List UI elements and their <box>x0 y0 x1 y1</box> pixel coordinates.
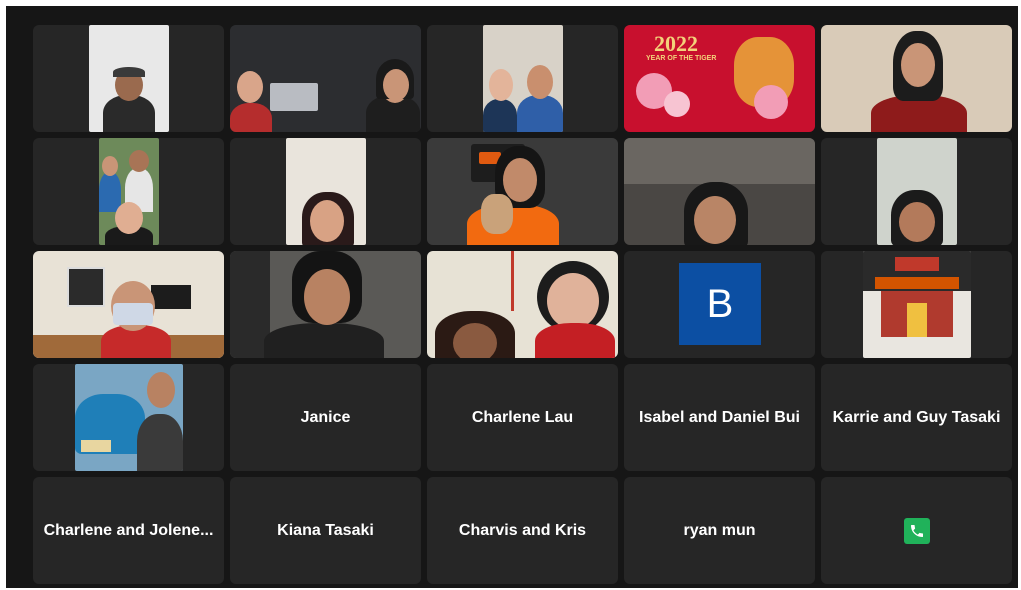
participant-video <box>427 138 618 245</box>
participant-video <box>286 138 366 245</box>
participant-tile-21[interactable]: Charlene and Jolene... <box>33 477 224 584</box>
participant-tile-18[interactable]: Charlene Lau <box>427 364 618 471</box>
participant-video <box>483 25 563 132</box>
participant-name: Kiana Tasaki <box>277 521 374 539</box>
participant-tile-24[interactable]: ryan mun <box>624 477 815 584</box>
participant-tile-3[interactable] <box>427 25 618 132</box>
participant-tile-10[interactable] <box>821 138 1012 245</box>
participant-tile-1[interactable] <box>33 25 224 132</box>
participant-tile-8[interactable] <box>427 138 618 245</box>
participant-tile-11[interactable] <box>33 251 224 358</box>
participant-video <box>230 25 421 132</box>
car-image <box>75 364 183 471</box>
participant-tile-6[interactable] <box>33 138 224 245</box>
temple-image <box>863 251 971 358</box>
participant-video <box>89 25 169 132</box>
participant-name: ryan mun <box>683 521 756 539</box>
image-caption: YEAR OF THE TIGER <box>646 55 717 62</box>
participant-tile-12[interactable] <box>230 251 421 358</box>
participant-tile-13[interactable] <box>427 251 618 358</box>
participant-name: Charlene and Jolene... <box>43 521 214 539</box>
participant-name: Isabel and Daniel Bui <box>639 408 800 426</box>
participant-name: Karrie and Guy Tasaki <box>832 408 1001 426</box>
participant-video <box>230 251 421 358</box>
participant-tile-14[interactable]: B <box>624 251 815 358</box>
participant-tile-2[interactable] <box>230 25 421 132</box>
participant-video <box>821 25 1012 132</box>
participant-tile-22[interactable]: Kiana Tasaki <box>230 477 421 584</box>
participant-tile-7[interactable] <box>230 138 421 245</box>
participant-avatar: B <box>679 263 761 345</box>
participant-tile-20[interactable]: Karrie and Guy Tasaki <box>821 364 1012 471</box>
participant-name: Charvis and Kris <box>458 521 587 539</box>
participant-video <box>877 138 957 245</box>
participant-tile-4[interactable]: 2022 YEAR OF THE TIGER <box>624 25 815 132</box>
participant-tile-17[interactable]: Janice <box>230 364 421 471</box>
phone-icon <box>903 517 930 544</box>
image-year: 2022 <box>654 31 698 56</box>
participant-name: Charlene Lau <box>471 408 574 426</box>
participant-tile-9[interactable] <box>624 138 815 245</box>
participant-tile-23[interactable]: Charvis and Kris <box>427 477 618 584</box>
participant-tile-5[interactable] <box>821 25 1012 132</box>
tiger-image: 2022 YEAR OF THE TIGER <box>624 25 815 132</box>
participant-video <box>99 138 159 245</box>
participant-video <box>33 251 224 358</box>
participant-tile-16[interactable] <box>33 364 224 471</box>
participant-tile-15[interactable] <box>821 251 1012 358</box>
participant-video <box>624 138 815 245</box>
participant-tile-19[interactable]: Isabel and Daniel Bui <box>624 364 815 471</box>
participant-name: Janice <box>300 408 351 426</box>
participant-video <box>427 251 618 358</box>
participant-tile-25[interactable] <box>821 477 1012 584</box>
video-grid: 2022 YEAR OF THE TIGER B Janice Charlene… <box>6 6 1018 588</box>
